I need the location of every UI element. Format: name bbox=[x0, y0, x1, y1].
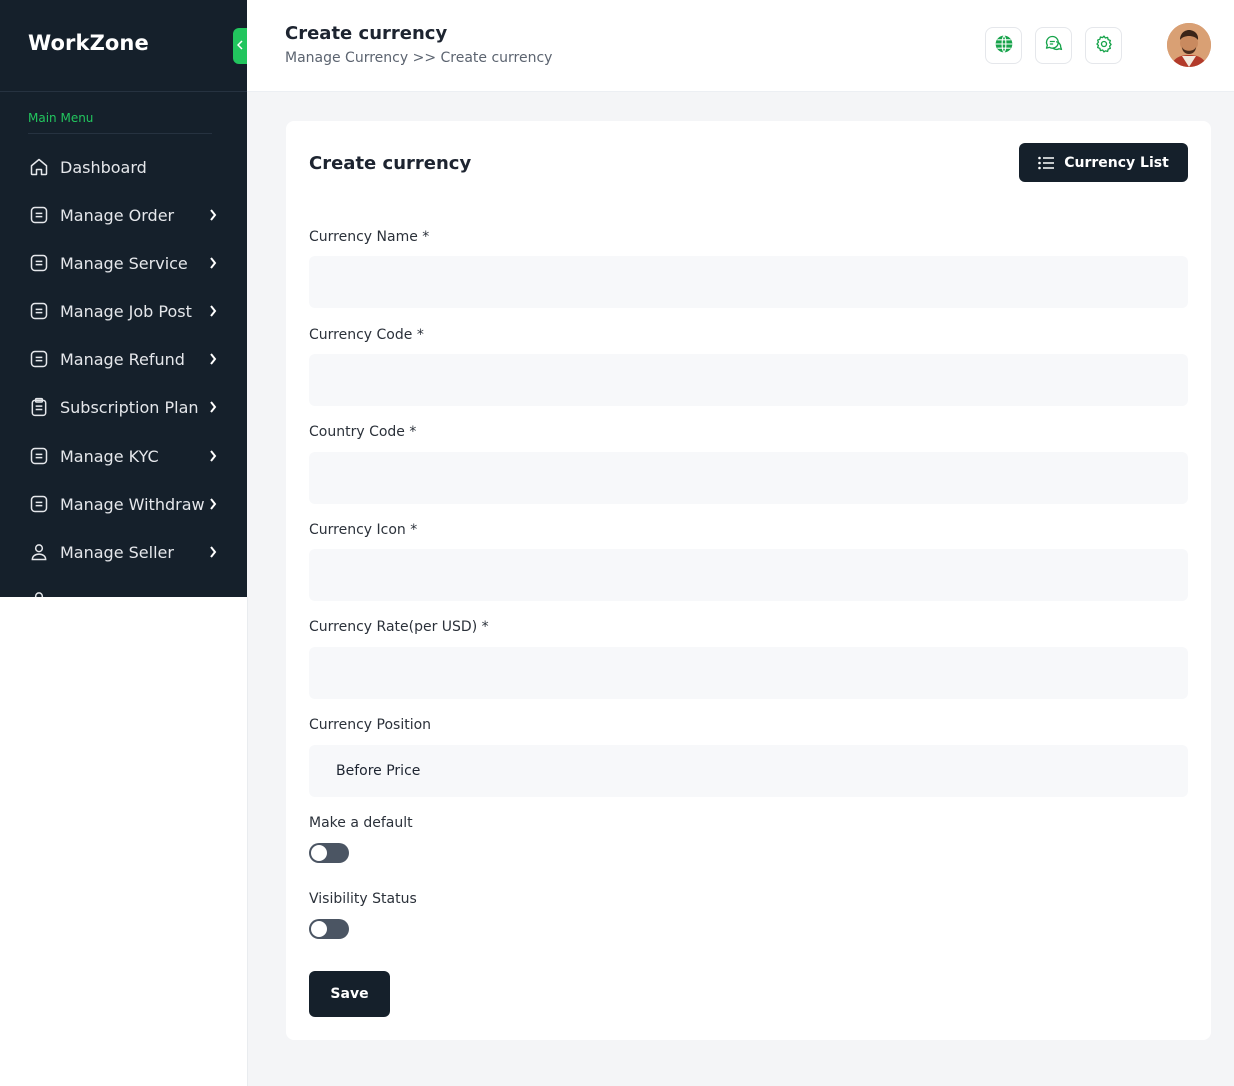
sidebar-lower bbox=[0, 597, 248, 1086]
home-icon bbox=[28, 156, 50, 178]
sidebar-item-label: Dashboard bbox=[60, 157, 147, 177]
sidebar-item-manage-kyc[interactable]: Manage KYC bbox=[28, 443, 218, 469]
divider bbox=[28, 133, 212, 134]
sidebar-item-label: Manage KYC bbox=[60, 446, 159, 466]
sidebar-item-label: Manage Job Post bbox=[60, 301, 192, 321]
user-icon bbox=[28, 589, 50, 597]
user-icon bbox=[28, 541, 50, 563]
chat-icon bbox=[1044, 34, 1064, 58]
sidebar-item-label: Subscription Plan bbox=[60, 397, 199, 417]
sidebar-item-label: Manage Withdraw bbox=[60, 494, 205, 514]
sidebar-item-manage-seller[interactable]: Manage Seller bbox=[28, 539, 218, 565]
document-icon bbox=[28, 252, 50, 274]
currency-icon-label: Currency Icon * bbox=[309, 522, 418, 538]
chevron-right-icon bbox=[208, 305, 218, 317]
currency-list-label: Currency List bbox=[1064, 154, 1169, 171]
currency-code-input[interactable] bbox=[309, 354, 1188, 406]
sidebar-item-manage-service[interactable]: Manage Service bbox=[28, 250, 218, 276]
chevron-right-icon bbox=[208, 546, 218, 558]
sidebar-item-manage-order[interactable]: Manage Order bbox=[28, 202, 218, 228]
sidebar-item-manage-withdraw[interactable]: Manage Withdraw bbox=[28, 491, 218, 517]
visibility-status-toggle[interactable] bbox=[309, 919, 349, 939]
menu-heading: Main Menu bbox=[28, 111, 94, 125]
create-currency-card: Create currency Currency List Currency N… bbox=[286, 121, 1211, 1040]
country-code-input[interactable] bbox=[309, 452, 1188, 504]
messages-button[interactable] bbox=[1035, 27, 1072, 64]
toggle-knob bbox=[311, 845, 327, 861]
divider bbox=[0, 91, 247, 92]
currency-rate-input[interactable] bbox=[309, 647, 1188, 699]
currency-position-value: Before Price bbox=[336, 763, 421, 779]
currency-icon-input[interactable] bbox=[309, 549, 1188, 601]
language-button[interactable] bbox=[985, 27, 1022, 64]
sidebar-item-subscription-plan[interactable]: Subscription Plan bbox=[28, 394, 218, 420]
sidebar-item-manage-job-post[interactable]: Manage Job Post bbox=[28, 298, 218, 324]
card-title: Create currency bbox=[309, 153, 472, 174]
sidebar-item-label: Manage Seller bbox=[60, 542, 174, 562]
list-icon bbox=[1038, 156, 1055, 170]
document-icon bbox=[28, 348, 50, 370]
currency-list-button[interactable]: Currency List bbox=[1019, 143, 1188, 182]
toggle-knob bbox=[311, 921, 327, 937]
clipboard-icon bbox=[28, 396, 50, 418]
chevron-right-icon bbox=[208, 353, 218, 365]
chevron-right-icon bbox=[208, 450, 218, 462]
chevron-right-icon bbox=[208, 257, 218, 269]
page-title: Create currency bbox=[285, 23, 448, 44]
sidebar-collapse-button[interactable] bbox=[233, 28, 247, 64]
globe-icon bbox=[994, 34, 1014, 58]
sidebar-item-label: Manage Refund bbox=[60, 349, 185, 369]
sidebar-item-partial[interactable] bbox=[28, 587, 218, 597]
document-icon bbox=[28, 445, 50, 467]
currency-position-select[interactable]: Before Price bbox=[309, 745, 1188, 797]
currency-position-label: Currency Position bbox=[309, 717, 432, 733]
gear-icon bbox=[1094, 34, 1114, 58]
sidebar-item-manage-refund[interactable]: Manage Refund bbox=[28, 346, 218, 372]
sidebar-item-label: Manage Service bbox=[60, 253, 188, 273]
chevron-left-icon bbox=[236, 39, 243, 53]
settings-button[interactable] bbox=[1085, 27, 1122, 64]
currency-name-input[interactable] bbox=[309, 256, 1188, 308]
sidebar: WorkZone Main Menu Dashboard Manage Orde… bbox=[0, 0, 247, 597]
currency-code-label: Currency Code * bbox=[309, 327, 424, 343]
chevron-right-icon bbox=[208, 209, 218, 221]
sidebar-item-label: Manage Order bbox=[60, 205, 175, 225]
currency-rate-label: Currency Rate(per USD) * bbox=[309, 619, 489, 635]
sidebar-item-dashboard[interactable]: Dashboard bbox=[28, 154, 218, 180]
topbar: Create currency Manage Currency >> Creat… bbox=[247, 0, 1234, 92]
brand-logo[interactable]: WorkZone bbox=[28, 31, 149, 55]
document-icon bbox=[28, 493, 50, 515]
document-icon bbox=[28, 300, 50, 322]
save-button[interactable]: Save bbox=[309, 971, 390, 1017]
user-avatar[interactable] bbox=[1167, 23, 1211, 67]
chevron-right-icon bbox=[208, 498, 218, 510]
document-icon bbox=[28, 204, 50, 226]
breadcrumb[interactable]: Manage Currency >> Create currency bbox=[285, 50, 552, 66]
visibility-status-label: Visibility Status bbox=[309, 891, 417, 907]
make-default-toggle[interactable] bbox=[309, 843, 349, 863]
country-code-label: Country Code * bbox=[309, 424, 417, 440]
currency-name-label: Currency Name * bbox=[309, 229, 430, 245]
make-default-label: Make a default bbox=[309, 815, 413, 831]
chevron-right-icon bbox=[208, 401, 218, 413]
